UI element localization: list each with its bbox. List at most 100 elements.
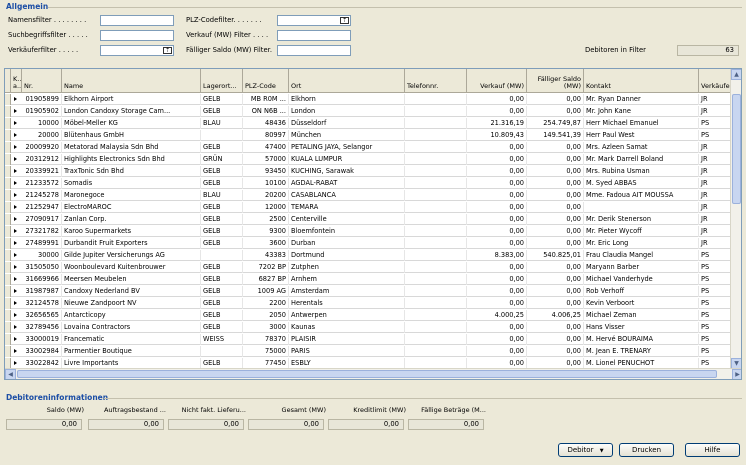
table-cell[interactable]: 4.006,25	[527, 310, 584, 321]
flowfield-drilldown-icon[interactable]	[11, 286, 22, 297]
table-cell[interactable]: PETALING JAYA, Selangor	[289, 142, 405, 153]
table-cell[interactable]: 0,00	[467, 202, 527, 213]
table-cell[interactable]: 0,00	[467, 298, 527, 309]
table-cell[interactable]: 10.809,43	[467, 130, 527, 141]
table-cell[interactable]: 2500	[243, 214, 289, 225]
table-cell[interactable]: 10100	[243, 178, 289, 189]
table-cell[interactable]: Mr. Eric Long	[584, 238, 699, 249]
table-cell[interactable]: 0,00	[527, 202, 584, 213]
table-cell[interactable]: WEISS	[201, 334, 243, 345]
table-cell[interactable]	[405, 346, 467, 357]
table-cell[interactable]: 48436	[243, 118, 289, 129]
table-cell[interactable]: 33000019	[22, 334, 62, 345]
table-cell[interactable]: Blütenhaus GmbH	[62, 130, 201, 141]
table-cell[interactable]: CASABLANCA	[289, 190, 405, 201]
table-cell[interactable]: London Candoxy Storage Cam...	[62, 106, 201, 117]
table-cell[interactable]	[201, 250, 243, 261]
flowfield-drilldown-icon[interactable]	[11, 190, 22, 201]
table-cell[interactable]: 0,00	[527, 274, 584, 285]
table-cell[interactable]: Antwerpen	[289, 310, 405, 321]
table-row[interactable]: 31669966 Meersen Meubelen GELB 6827 BP Arnhe…	[5, 274, 735, 285]
table-cell[interactable]	[405, 154, 467, 165]
table-cell[interactable]: 01905899	[22, 94, 62, 105]
table-cell[interactable]: 9300	[243, 226, 289, 237]
table-cell[interactable]: 0,00	[467, 274, 527, 285]
table-cell[interactable]: 21233572	[22, 178, 62, 189]
table-cell[interactable]: München	[289, 130, 405, 141]
table-cell[interactable]: Zanlan Corp.	[62, 214, 201, 225]
table-cell[interactable]: 93450	[243, 166, 289, 177]
table-cell[interactable]	[405, 238, 467, 249]
flowfield-drilldown-icon[interactable]	[11, 214, 22, 225]
column-header[interactable]: Lagerort...	[201, 69, 243, 93]
table-cell[interactable]: 149.541,39	[527, 130, 584, 141]
table-cell[interactable]: Candoxy Nederland BV	[62, 286, 201, 297]
table-row[interactable]: 31505050 Woonboulevard Kuitenbrouwer GELB 7…	[5, 262, 735, 273]
table-row[interactable]: 27090917 Zanlan Corp. GELB 2500 Centerville 0…	[5, 214, 735, 225]
table-cell[interactable]	[201, 346, 243, 357]
table-cell[interactable]: 8.383,00	[467, 250, 527, 261]
table-cell[interactable]: 7202 BP	[243, 262, 289, 273]
flowfield-drilldown-icon[interactable]	[11, 238, 22, 249]
table-cell[interactable]: 0,00	[467, 142, 527, 153]
table-cell[interactable]: 0,00	[527, 178, 584, 189]
table-row[interactable]: 20009920 Metatorad Malaysia Sdn Bhd GELB 47…	[5, 142, 735, 153]
table-cell[interactable]: 0,00	[527, 190, 584, 201]
table-row[interactable]: 21245278 Maronegoce BLAU 20200 CASABLANCA 0,0…	[5, 190, 735, 201]
table-cell[interactable]: Parmentier Boutique	[62, 346, 201, 357]
balance-due-filter-input[interactable]	[277, 45, 351, 56]
table-cell[interactable]: Durban	[289, 238, 405, 249]
table-cell[interactable]: Antarcticopy	[62, 310, 201, 321]
table-cell[interactable]: 32124578	[22, 298, 62, 309]
flowfield-drilldown-icon[interactable]	[11, 274, 22, 285]
table-cell[interactable]: Lovaina Contractors	[62, 322, 201, 333]
table-cell[interactable]: 3000	[243, 322, 289, 333]
table-cell[interactable]: 0,00	[527, 262, 584, 273]
table-cell[interactable]: Düsseldorf	[289, 118, 405, 129]
table-cell[interactable]: 01905902	[22, 106, 62, 117]
table-cell[interactable]: 0,00	[527, 142, 584, 153]
table-row[interactable]: 27489991 Durbandit Fruit Exporters GELB 360…	[5, 238, 735, 249]
flowfield-drilldown-icon[interactable]	[11, 298, 22, 309]
table-cell[interactable]: 0,00	[527, 334, 584, 345]
table-cell[interactable]: 12000	[243, 202, 289, 213]
table-cell[interactable]: 78370	[243, 334, 289, 345]
table-cell[interactable]: Mrs. Rubina Usman	[584, 166, 699, 177]
table-cell[interactable]	[405, 334, 467, 345]
table-cell[interactable]: Herr Paul West	[584, 130, 699, 141]
table-row[interactable]: 32124578 Nieuwe Zandpoort NV GELB 2200 Heren…	[5, 298, 735, 309]
table-cell[interactable]: 0,00	[467, 190, 527, 201]
column-header[interactable]: PLZ-Code	[243, 69, 289, 93]
table-cell[interactable]: Karoo Supermarkets	[62, 226, 201, 237]
table-cell[interactable]	[405, 130, 467, 141]
table-cell[interactable]: 3600	[243, 238, 289, 249]
table-cell[interactable]: Mr. John Kane	[584, 106, 699, 117]
table-cell[interactable]: Meersen Meubelen	[62, 274, 201, 285]
table-cell[interactable]: PLAISIR	[289, 334, 405, 345]
flowfield-drilldown-icon[interactable]	[11, 118, 22, 129]
table-cell[interactable]: Bloemfontein	[289, 226, 405, 237]
horizontal-scrollbar[interactable]: ◀ ▶	[5, 368, 741, 379]
table-cell[interactable]: M. Jean E. TRENARY	[584, 346, 699, 357]
table-cell[interactable]: 6827 BP	[243, 274, 289, 285]
table-cell[interactable]: 4.000,25	[467, 310, 527, 321]
column-header[interactable]: Telefonnr.	[405, 69, 467, 93]
flowfield-drilldown-icon[interactable]	[11, 250, 22, 261]
name-filter-input[interactable]	[100, 15, 174, 26]
table-cell[interactable]	[405, 94, 467, 105]
column-header[interactable]: Kontakt	[584, 69, 699, 93]
sales-filter-input[interactable]	[277, 30, 351, 41]
table-cell[interactable]: GELB	[201, 142, 243, 153]
column-header[interactable]: Ort	[289, 69, 405, 93]
table-cell[interactable]: Mr. Ryan Danner	[584, 94, 699, 105]
table-cell[interactable]: Herentals	[289, 298, 405, 309]
table-cell[interactable]: GELB	[201, 322, 243, 333]
lookup-icon[interactable]: ⇡	[340, 17, 349, 24]
table-cell[interactable]	[405, 262, 467, 273]
table-cell[interactable]: GELB	[201, 214, 243, 225]
table-cell[interactable]: GELB	[201, 286, 243, 297]
flowfield-drilldown-icon[interactable]	[11, 226, 22, 237]
table-cell[interactable]: BLAU	[201, 190, 243, 201]
table-cell[interactable]: 0,00	[467, 106, 527, 117]
table-cell[interactable]: M. Hervé BOURAIMA	[584, 334, 699, 345]
